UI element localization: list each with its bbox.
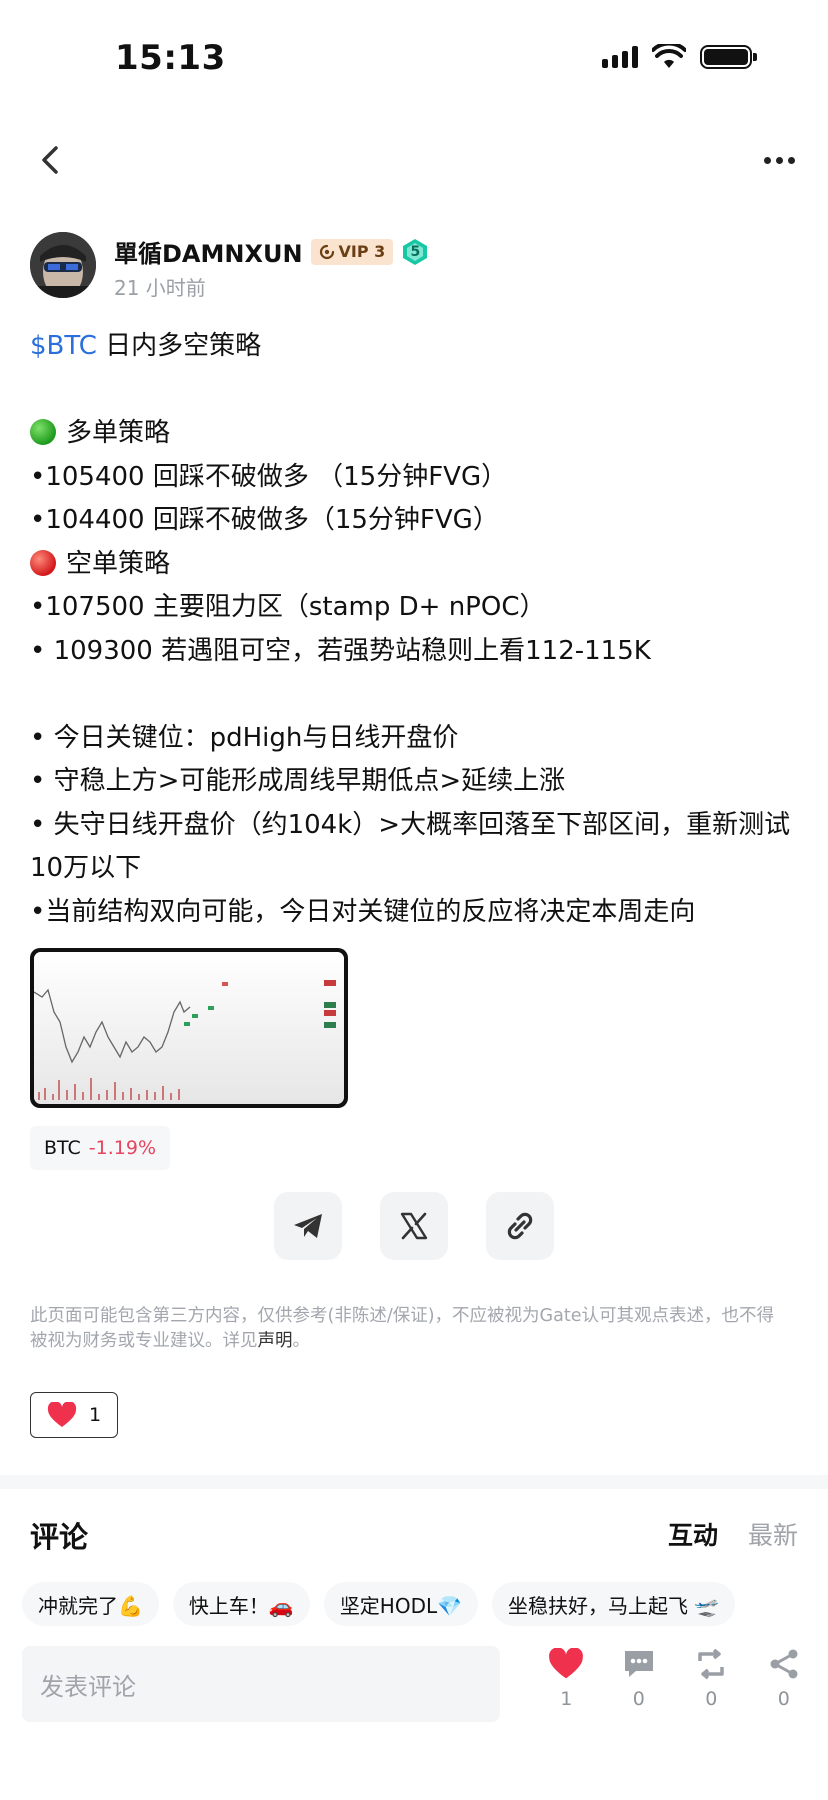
comment-count: 0 — [632, 1688, 645, 1710]
like-pill-count: 1 — [88, 1404, 102, 1426]
share-x-button[interactable] — [380, 1192, 448, 1260]
more-dot-icon — [775, 156, 783, 164]
comment-action-button[interactable]: 0 — [603, 1648, 676, 1710]
repost-action-button[interactable]: 0 — [675, 1648, 748, 1710]
disclaimer-text: 此页面可能包含第三方内容，仅供参考(非陈述/保证)，不应被视为Gate认可其观点… — [30, 1306, 774, 1351]
author-header: 單循DAMNXUN VIP 3 5 21 小时前 — [30, 230, 730, 300]
more-dot-icon — [763, 156, 771, 164]
vip-swirl-icon — [319, 244, 334, 259]
heart-icon — [47, 1402, 77, 1427]
repost-count: 0 — [705, 1688, 718, 1710]
copy-link-button[interactable] — [486, 1192, 554, 1260]
link-icon — [507, 1212, 533, 1240]
avatar[interactable] — [30, 232, 96, 298]
share-count: 0 — [777, 1688, 790, 1710]
coin-symbol: BTC — [44, 1137, 81, 1159]
comment-bubble-icon — [624, 1651, 653, 1677]
like-action-button[interactable]: 1 — [530, 1648, 603, 1710]
share-icon — [770, 1649, 798, 1679]
heart-icon — [549, 1648, 584, 1679]
disclaimer-statement-link[interactable]: 声明 — [258, 1331, 293, 1351]
post-body: $BTC 日内多空策略 多单策略 •105400 回踩不破做多 （15分钟FVG… — [30, 325, 800, 934]
quick-replies: 冲就完了💪 快上车！🚗 坚定HODL💎 坐稳扶好，马上起飞 🛫 — [22, 1582, 828, 1628]
key-item: • 今日关键位：pdHigh与日线开盘价 — [30, 722, 459, 753]
author-name-row: 單循DAMNXUN VIP 3 5 — [114, 234, 429, 269]
share-row — [274, 1192, 554, 1260]
disclaimer: 此页面可能包含第三方内容，仅供参考(非陈述/保证)，不应被视为Gate认可其观点… — [30, 1304, 790, 1354]
chart-image-inner — [34, 952, 344, 1104]
share-action-button[interactable]: 0 — [748, 1648, 821, 1710]
green-circle-icon — [30, 419, 56, 445]
like-pill-button[interactable]: 1 — [30, 1392, 118, 1438]
level-badge: 5 — [401, 238, 429, 266]
author-name[interactable]: 單循DAMNXUN — [114, 234, 303, 269]
back-button[interactable] — [30, 140, 70, 180]
more-options-button[interactable] — [756, 140, 802, 180]
short-item: •107500 主要阻力区（stamp D+ nPOC） — [30, 592, 546, 622]
post-time: 21 小时前 — [114, 276, 206, 300]
key-item: • 守稳上方>可能形成周线早期低点>延续上涨 — [30, 766, 566, 796]
nav-bar — [0, 130, 828, 190]
status-time: 15:13 — [115, 38, 226, 78]
status-icons — [602, 44, 757, 70]
vip-label: VIP 3 — [338, 242, 386, 261]
battery-icon — [700, 45, 757, 69]
vip-badge: VIP 3 — [310, 238, 394, 265]
tab-interactive[interactable]: 互动 — [668, 1516, 718, 1552]
chevron-left-icon — [42, 146, 58, 174]
coin-change: -1.19% — [88, 1137, 157, 1159]
price-chart-thumbnail — [34, 952, 344, 1104]
disclaimer-end: 。 — [292, 1331, 311, 1351]
post-title: $BTC 日内多空策略 — [30, 325, 800, 369]
avatar-image — [30, 232, 96, 298]
quick-reply-chip[interactable]: 快上车！🚗 — [172, 1582, 310, 1626]
repost-icon — [698, 1648, 724, 1680]
quick-reply-chip[interactable]: 坚定HODL💎 — [323, 1582, 479, 1626]
comment-sort-tabs: 互动 最新 — [668, 1516, 798, 1552]
key-item: • 失守日线开盘价（约104k）>大概率回落至下部区间，重新测试10万以下 — [30, 809, 791, 884]
short-heading: 空单策略 — [30, 543, 800, 587]
tab-latest[interactable]: 最新 — [748, 1516, 798, 1552]
share-telegram-button[interactable] — [274, 1192, 342, 1260]
wifi-icon — [652, 44, 686, 68]
more-dot-icon — [787, 156, 795, 164]
telegram-icon — [294, 1214, 322, 1238]
post-title-text: 日内多空策略 — [96, 331, 262, 361]
quick-reply-chip[interactable]: 冲就完了💪 — [22, 1582, 159, 1626]
short-heading-text: 空单策略 — [66, 548, 171, 579]
post-actions: 1 0 0 0 — [530, 1648, 820, 1710]
long-heading-text: 多单策略 — [66, 418, 171, 448]
comments-header: 评论 互动 最新 — [30, 1510, 798, 1560]
like-count: 1 — [560, 1688, 573, 1710]
long-heading: 多单策略 — [30, 412, 800, 456]
ticker-link[interactable]: $BTC — [30, 331, 97, 361]
comment-input-placeholder: 发表评论 — [40, 1672, 136, 1701]
key-item: •当前结构双向可能，今日对关键位的反应将决定本周走向 — [30, 896, 696, 927]
long-item: •104400 回踩不破做多（15分钟FVG） — [30, 505, 499, 535]
long-item: •105400 回踩不破做多 （15分钟FVG） — [30, 461, 508, 492]
status-bar: 15:13 — [0, 0, 828, 110]
red-circle-icon — [30, 549, 56, 576]
section-divider — [0, 1475, 828, 1489]
quick-reply-chip[interactable]: 坐稳扶好，马上起飞 🛫 — [492, 1582, 736, 1626]
cellular-signal-icon — [602, 46, 638, 68]
x-icon — [400, 1212, 428, 1240]
comment-input[interactable]: 发表评论 — [22, 1646, 500, 1722]
level-number: 5 — [410, 243, 421, 260]
chart-image[interactable] — [30, 948, 348, 1108]
coin-tag[interactable]: BTC -1.19% — [30, 1126, 171, 1170]
short-item: • 109300 若遇阻可空，若强势站稳则上看112-115K — [30, 635, 651, 666]
comments-title: 评论 — [30, 1520, 89, 1554]
